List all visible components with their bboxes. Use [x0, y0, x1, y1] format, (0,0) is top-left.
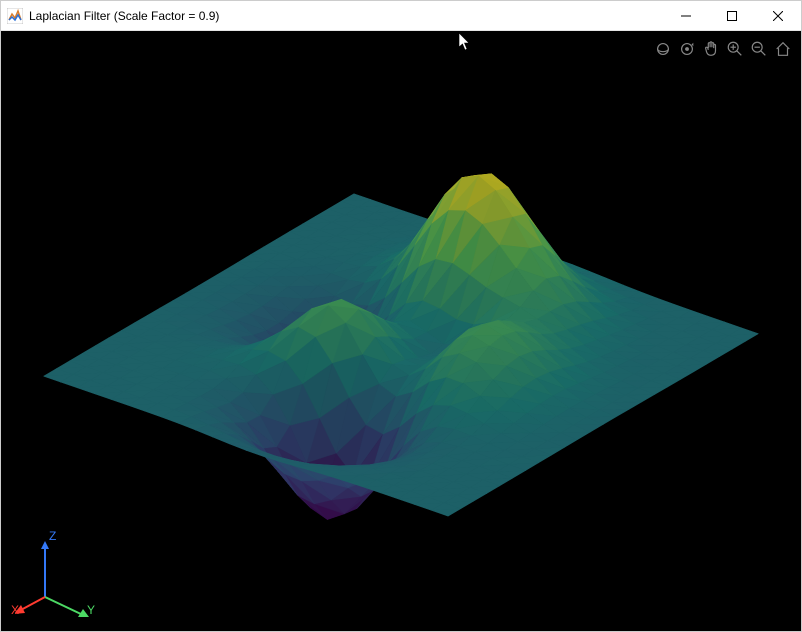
axis-x-label: X: [11, 603, 19, 617]
window-title: Laplacian Filter (Scale Factor = 0.9): [29, 9, 663, 23]
surface-plot[interactable]: [1, 31, 801, 631]
axis-y-label: Y: [87, 603, 95, 617]
window-controls: [663, 1, 801, 30]
app-icon: [7, 8, 23, 24]
maximize-button[interactable]: [709, 1, 755, 30]
axis-z-label: Z: [49, 529, 56, 543]
titlebar: Laplacian Filter (Scale Factor = 0.9): [1, 1, 801, 31]
axis-triad: Z Y X: [15, 527, 105, 617]
minimize-button[interactable]: [663, 1, 709, 30]
figure-viewport[interactable]: Z Y X: [1, 31, 801, 631]
close-button[interactable]: [755, 1, 801, 30]
figure-window: Laplacian Filter (Scale Factor = 0.9): [0, 0, 802, 632]
